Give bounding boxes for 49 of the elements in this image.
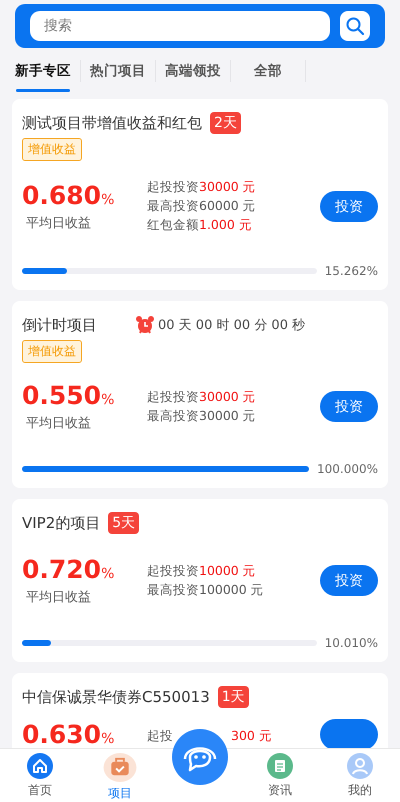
nav-tab[interactable]: 首页 [0, 749, 80, 802]
notebook-icon [267, 753, 293, 779]
invest-button[interactable] [320, 719, 378, 748]
search-field[interactable]: 搜索 [30, 11, 330, 41]
category-tab[interactable]: 热门项目 [81, 56, 155, 92]
project-title: 测试项目带增值收益和红包 [22, 114, 202, 132]
category-tab[interactable]: 新手专区 [6, 56, 80, 92]
investment-term: 最高投资30000 元 [147, 408, 257, 424]
category-tab[interactable]: 全部 [231, 56, 305, 92]
search-button[interactable] [340, 11, 370, 41]
invest-button[interactable]: 投资 [320, 191, 378, 222]
nav-tab[interactable]: 资讯 [240, 749, 320, 802]
rate-value: 0.720% [22, 555, 116, 584]
investment-term: 最高投资60000 元 [147, 198, 257, 215]
nav-tab[interactable]: 我的 [320, 749, 400, 802]
rate-label: 平均日收益 [26, 415, 92, 432]
investment-term: 红包金额1.000 元 [147, 217, 253, 234]
invest-button[interactable]: 投资 [320, 391, 378, 422]
investment-amount: 300 元 [231, 728, 272, 742]
days-badge: 2天 [210, 112, 241, 134]
rate-value: 0.680% [22, 181, 116, 210]
nav-tab[interactable]: 项目 [80, 749, 160, 802]
alarm-clock-icon [135, 315, 155, 335]
briefcase-icon [103, 753, 137, 782]
investment-term: 最高投资100000 元 [147, 582, 265, 598]
search-icon [345, 16, 365, 36]
investment-term: 起投投资30000 元 [147, 179, 257, 196]
countdown-timer: 00 天 00 时 00 分 00 秒 [158, 317, 306, 334]
tag-label: 增值收益 [22, 340, 82, 363]
rate-value: 0.630% [22, 720, 116, 748]
tag-label: 增值收益 [22, 138, 82, 161]
rate-label: 平均日收益 [26, 589, 92, 606]
rate-label: 平均日收益 [26, 215, 92, 232]
project-title: 倒计时项目 [22, 316, 97, 334]
project-title: 中信保诚景华债券C550013 [22, 688, 210, 706]
rate-value: 0.550% [22, 381, 116, 410]
invest-button[interactable]: 投资 [320, 565, 378, 596]
project-title: VIP2的项目 [22, 514, 100, 532]
investment-term: 起投投资10000 元 [147, 562, 257, 580]
investment-term: 起投投资30000 元 [147, 388, 257, 406]
investment-term: 起投 [147, 728, 173, 742]
days-badge: 5天 [108, 512, 140, 534]
category-tab[interactable]: 高端领投 [156, 56, 230, 92]
progress-text: 100.000% [316, 462, 378, 476]
progress-text: 15.262% [324, 264, 378, 278]
home-icon [27, 753, 53, 779]
user-icon [347, 753, 373, 779]
progress-text: 10.010% [324, 636, 378, 650]
days-badge: 1天 [218, 686, 249, 708]
